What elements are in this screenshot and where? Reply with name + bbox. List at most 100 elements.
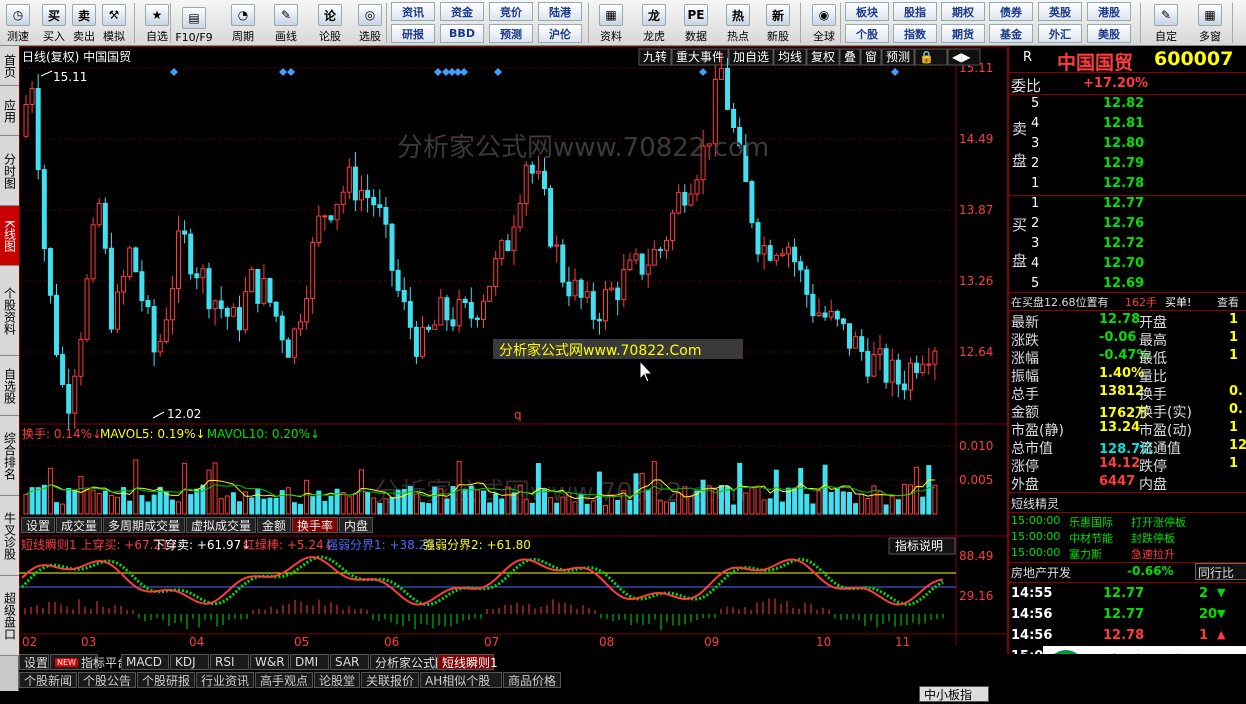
news-tab-0[interactable]: 个股新闻 <box>19 672 77 688</box>
peer-compare-button[interactable]: 同行比 <box>1195 563 1246 580</box>
toolbar-tab-7[interactable]: 沪伦 <box>538 24 582 43</box>
news-tab-6[interactable]: 关联报价 <box>361 672 419 688</box>
toolbar-tab-14[interactable]: 个股 <box>845 24 889 43</box>
toolbar-tab-18[interactable]: 外汇 <box>1038 24 1082 43</box>
volume-bar <box>828 492 834 515</box>
news-tab-8[interactable]: 商品价格 <box>503 672 561 688</box>
toolbar-button-0[interactable]: ◷ 测速 <box>0 2 36 44</box>
toolbar-label-1: 买入 <box>43 30 65 43</box>
toolbar-tab-6[interactable]: 预测 <box>489 24 533 43</box>
candle-body <box>883 348 889 383</box>
toolbar-tab-15[interactable]: 指数 <box>893 24 937 43</box>
toolbar-tab-17[interactable]: 基金 <box>989 24 1033 43</box>
toolbar-tab-4[interactable]: 研报 <box>391 24 435 43</box>
indicator-tab-7[interactable]: SAR <box>330 654 369 670</box>
toolbar-tab-16[interactable]: 期货 <box>941 24 985 43</box>
event-marker[interactable] <box>434 68 442 76</box>
big-order-link[interactable]: 查看 <box>1217 294 1239 310</box>
toolbar-label-6: 周期 <box>232 30 254 43</box>
toolbar-tab-11[interactable]: 债券 <box>989 2 1033 21</box>
toolbar-button-17[interactable]: ▦ 多窗 <box>1192 2 1228 44</box>
indicator-tab-0[interactable]: 设置 <box>19 654 49 670</box>
news-tab-4[interactable]: 高手观点 <box>255 672 313 688</box>
quote-letter: R <box>1023 50 1033 65</box>
leftnav-item-8[interactable]: 超级盘口 <box>0 576 19 656</box>
chart-header-tab-label: 九转 <box>643 49 667 64</box>
toolbar-tab-13[interactable]: 港股 <box>1087 2 1131 21</box>
event-marker[interactable] <box>460 68 468 76</box>
indicator-tab-4[interactable]: RSI <box>210 654 249 670</box>
indicator-tab-6[interactable]: DMI <box>290 654 329 670</box>
stat-value: 1 <box>1229 348 1239 363</box>
month-label: 09 <box>704 635 719 649</box>
toolbar-separator <box>134 3 135 43</box>
kline-chart-area[interactable]: 15.11 14.49 13.87 13.26 12.64 日线(复权) 中国国贸 九转 重大… <box>19 46 1008 656</box>
indicator-tab-5[interactable]: W&R <box>250 654 289 670</box>
toolbar-button-8[interactable]: 论论股 <box>312 2 348 44</box>
leftnav-item-0[interactable]: 首页 <box>0 46 19 86</box>
toolbar-tab-3[interactable]: 陆港 <box>538 2 582 21</box>
leftnav-item-2[interactable]: 分时图 <box>0 136 19 206</box>
toolbar-tab-2[interactable]: 竞价 <box>489 2 533 21</box>
toolbar-button-6[interactable]: ◔ 周期 <box>225 2 261 44</box>
candle-body <box>523 164 529 205</box>
leftnav-item-4[interactable]: 个股资料 <box>0 266 19 356</box>
toolbar-tab-0[interactable]: 资讯 <box>391 2 435 21</box>
toolbar-tab-9[interactable]: 股指 <box>893 2 937 21</box>
toolbar-button-14[interactable]: 新新股 <box>760 2 796 44</box>
vol-tab-3[interactable]: 虚拟成交量 <box>186 517 256 533</box>
buy-price-1: 12.77 <box>1103 196 1145 211</box>
vol-tab-6[interactable]: 内盘 <box>339 517 373 533</box>
vol-tab-5[interactable]: 换手率 <box>292 517 338 533</box>
sprite-stock: 乐惠国际 <box>1069 516 1113 529</box>
toolbar-button-9[interactable]: ◎ 选股 <box>352 2 388 44</box>
leftnav-item-5[interactable]: 自选股 <box>0 356 19 416</box>
news-tab-2[interactable]: 个股研报 <box>137 672 195 688</box>
toolbar-button-13[interactable]: 热热点 <box>720 2 756 44</box>
news-tab-3[interactable]: 行业资讯 <box>196 672 254 688</box>
toolbar-tab-19[interactable]: 美股 <box>1087 24 1131 43</box>
event-marker[interactable] <box>699 68 707 76</box>
indicator-tab-1[interactable]: NEW 指标平台 <box>50 654 129 670</box>
event-marker[interactable] <box>891 68 899 76</box>
vol-tab-1[interactable]: 成交量 <box>56 517 102 533</box>
indicator-tab-2[interactable]: MACD <box>121 654 169 670</box>
event-marker[interactable] <box>170 68 178 76</box>
event-marker[interactable] <box>287 68 295 76</box>
leftnav-item-7[interactable]: 牛叉诊股 <box>0 496 19 576</box>
quote-panel: R 中国国贸 600007 委比 +17.20% 卖盘 5 12.82 4 12.81 3 12.80… <box>1008 46 1246 691</box>
indicator-tab-8[interactable]: 分析家公式网 <box>370 654 447 670</box>
toolbar-button-16[interactable]: ✎ 自定 <box>1148 2 1184 44</box>
volume-bar <box>230 492 236 515</box>
event-marker[interactable] <box>494 68 502 76</box>
news-tab-1[interactable]: 个股公告 <box>78 672 136 688</box>
toolbar-tab-12[interactable]: 英股 <box>1038 2 1082 21</box>
candle-body <box>865 350 871 377</box>
leftnav-item-3[interactable]: K线图 <box>0 206 19 266</box>
toolbar-tab-10[interactable]: 期权 <box>941 2 985 21</box>
toolbar-tab-5[interactable]: BBD <box>440 24 484 43</box>
toolbar-button-5[interactable]: ▤ F10/F9 <box>175 2 213 44</box>
indicator-tab-3[interactable]: KDJ <box>170 654 209 670</box>
volume-bar <box>267 497 273 515</box>
vol-tab-2[interactable]: 多周期成交量 <box>103 517 185 533</box>
toolbar-tab-1[interactable]: 资金 <box>440 2 484 21</box>
event-marker[interactable] <box>279 68 287 76</box>
chart-canvas[interactable]: 15.11 14.49 13.87 13.26 12.64 日线(复权) 中国国贸 九转 重大… <box>19 46 1008 656</box>
volume-bar <box>340 491 346 515</box>
news-tab-7[interactable]: AH相似个股 <box>420 672 502 688</box>
vol-tab-0[interactable]: 设置 <box>21 517 55 533</box>
toolbar-button-15[interactable]: ◉ 全球 <box>806 2 842 44</box>
indicator-tab-9[interactable]: 短线瞬则1 <box>437 654 498 670</box>
toolbar-button-12[interactable]: PE 数据 <box>678 2 714 44</box>
toolbar-button-3[interactable]: ⚒ 模拟 <box>96 2 132 44</box>
vol-tab-4[interactable]: 金额 <box>257 517 291 533</box>
news-tab-5[interactable]: 论股堂 <box>314 672 360 688</box>
toolbar-button-11[interactable]: 龙龙虎 <box>636 2 672 44</box>
leftnav-item-1[interactable]: 应用 <box>0 86 19 136</box>
toolbar-button-10[interactable]: ▦ 资料 <box>593 2 629 44</box>
toolbar-tab-8[interactable]: 板块 <box>845 2 889 21</box>
leftnav-item-6[interactable]: 综合排名 <box>0 416 19 496</box>
toolbar-separator <box>386 3 387 43</box>
toolbar-button-7[interactable]: ✎ 画线 <box>268 2 304 44</box>
